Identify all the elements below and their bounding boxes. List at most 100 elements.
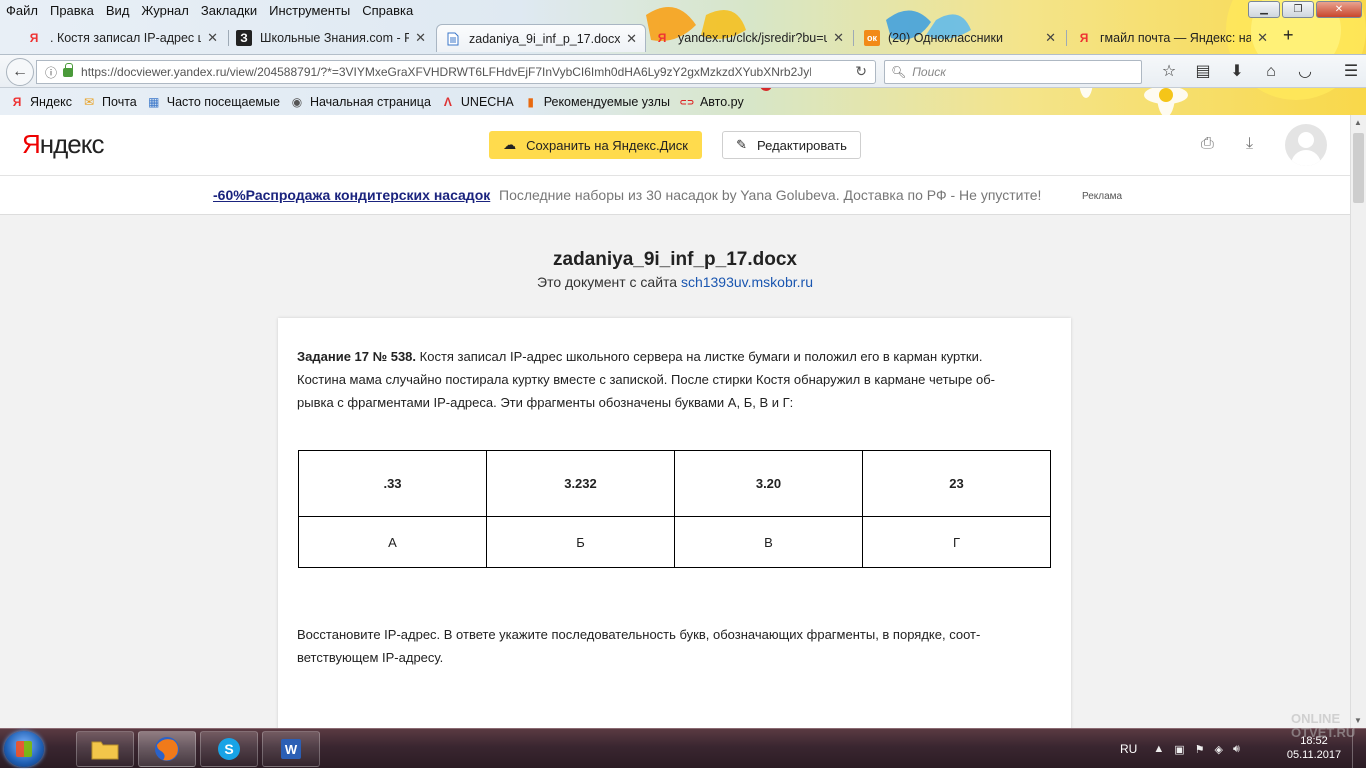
maximize-button[interactable]: ❐ bbox=[1282, 1, 1314, 18]
menu-edit[interactable]: Правка bbox=[50, 3, 94, 18]
tab-title: yandex.ru/clck/jsredir?bu=u bbox=[678, 31, 828, 45]
taskbar-word[interactable]: W bbox=[262, 731, 320, 767]
question-line: ветствующем IP-адресу. bbox=[297, 650, 444, 665]
menu-view[interactable]: Вид bbox=[106, 3, 130, 18]
scroll-thumb[interactable] bbox=[1353, 133, 1364, 203]
pencil-icon: ✎ bbox=[736, 137, 748, 152]
document-source: Это документ с сайта sch1393uv.mskobr.ru bbox=[0, 274, 1350, 290]
task-line: Костя записал IP-адрес школьного сервера… bbox=[416, 349, 983, 364]
toolbar-icons: ☆ ▤ ⬇ ⌂ ◡ ☰ bbox=[1152, 60, 1366, 84]
close-tab-icon[interactable]: ✕ bbox=[833, 30, 844, 46]
bookmark-recommended[interactable]: ▮ Рекомендуемые узлы bbox=[524, 95, 670, 109]
znaniya-favicon-icon: З bbox=[236, 30, 252, 46]
browser-chrome: Файл Правка Вид Журнал Закладки Инструме… bbox=[0, 0, 1366, 115]
unecha-icon: Λ bbox=[443, 95, 452, 109]
language-indicator[interactable]: RU bbox=[1120, 742, 1137, 756]
bookmark-auto-ru[interactable]: ⊂⊃ Авто.ру bbox=[679, 95, 743, 109]
volume-icon[interactable]: 🔊︎ bbox=[1233, 743, 1240, 756]
tab-separator bbox=[1066, 30, 1067, 46]
auto-ru-icon: ⊂⊃ bbox=[679, 96, 695, 107]
menu-history[interactable]: Журнал bbox=[141, 3, 188, 18]
source-link[interactable]: sch1393uv.mskobr.ru bbox=[681, 274, 813, 290]
network-icon[interactable]: ▣ bbox=[1174, 743, 1184, 756]
address-bar[interactable]: ⓘ https://docviewer.yandex.ru/view/20458… bbox=[36, 60, 876, 84]
print-icon[interactable]: ⎙ bbox=[1201, 135, 1214, 153]
action-center-icon[interactable]: ⚑ bbox=[1195, 743, 1205, 756]
window-controls: ▁ ❐ ✕ bbox=[1246, 1, 1362, 18]
site-info-icon[interactable]: ⓘ bbox=[45, 64, 57, 81]
tray-expand-icon[interactable]: ▲ bbox=[1153, 743, 1164, 755]
fragment-cell: 3.20 bbox=[674, 450, 863, 517]
fragments-table: .33 3.232 3.20 23 А Б В Г bbox=[298, 450, 1051, 568]
odnoklassniki-favicon-icon: ок bbox=[864, 30, 880, 46]
close-window-button[interactable]: ✕ bbox=[1316, 1, 1362, 18]
close-tab-icon[interactable]: ✕ bbox=[207, 30, 218, 46]
tab-znaniya[interactable]: З Школьные Знания.com - Ре ✕ bbox=[228, 24, 434, 52]
task-line: рывка с фрагментами IP-адреса. Эти фрагм… bbox=[297, 395, 794, 410]
download-icon[interactable]: ⤓ bbox=[1246, 135, 1253, 153]
tab-docx-active[interactable]: zadaniya_9i_inf_p_17.docx ✕ bbox=[436, 24, 646, 52]
yandex-favicon-icon: Я bbox=[29, 31, 39, 45]
avatar[interactable] bbox=[1285, 124, 1327, 166]
home-icon[interactable]: ⌂ bbox=[1254, 60, 1288, 84]
bookmark-unecha[interactable]: Λ UNECHA bbox=[441, 95, 514, 109]
clock-date: 05.11.2017 bbox=[1286, 749, 1342, 761]
taskbar-skype[interactable]: S bbox=[200, 731, 258, 767]
yandex-favicon-icon: Я bbox=[1079, 31, 1089, 45]
close-tab-icon[interactable]: ✕ bbox=[626, 31, 637, 47]
menu-bookmarks[interactable]: Закладки bbox=[201, 3, 257, 18]
minimize-button[interactable]: ▁ bbox=[1248, 1, 1280, 18]
save-to-disk-button[interactable]: ☁ Сохранить на Яндекс.Диск bbox=[489, 131, 702, 159]
menu-file[interactable]: Файл bbox=[6, 3, 38, 18]
globe-icon: ◉ bbox=[291, 95, 303, 109]
yandex-header: Яндекс ☁ Сохранить на Яндекс.Диск ✎ Реда… bbox=[0, 115, 1350, 176]
tab-gmail-search[interactable]: Я гмайл почта — Яндекс: на ✕ bbox=[1068, 24, 1276, 52]
tab-kostya[interactable]: Я . Костя записал IP-адрес шк ✕ bbox=[18, 24, 226, 52]
reading-list-icon[interactable]: ▤ bbox=[1186, 60, 1220, 84]
notification-icon[interactable]: ◈ bbox=[1215, 743, 1223, 756]
bookmark-start-page[interactable]: ◉ Начальная страница bbox=[290, 95, 431, 109]
close-tab-icon[interactable]: ✕ bbox=[1257, 30, 1268, 46]
fragment-cell: 23 bbox=[862, 450, 1051, 517]
letter-cell: Б bbox=[486, 516, 675, 568]
taskbar-explorer[interactable] bbox=[76, 731, 134, 767]
edit-button[interactable]: ✎ Редактировать bbox=[722, 131, 861, 159]
ad-label: Реклама bbox=[1082, 191, 1123, 202]
system-tray: RU ▲ ▣ ⚑ ◈ 🔊︎ bbox=[1120, 729, 1250, 769]
back-button[interactable]: ← bbox=[6, 58, 34, 86]
document-page: Задание 17 № 538. Костя записал IP-адрес… bbox=[278, 318, 1071, 728]
close-tab-icon[interactable]: ✕ bbox=[415, 30, 426, 46]
bookmark-yandex[interactable]: Я Яндекс bbox=[10, 95, 72, 109]
downloads-icon[interactable]: ⬇ bbox=[1220, 60, 1254, 84]
menu-bar: Файл Правка Вид Журнал Закладки Инструме… bbox=[0, 0, 425, 20]
tab-yandex-clck[interactable]: Я yandex.ru/clck/jsredir?bu=u ✕ bbox=[646, 24, 852, 52]
url-text[interactable]: https://docviewer.yandex.ru/view/2045887… bbox=[81, 65, 811, 79]
tab-separator bbox=[853, 30, 854, 46]
hamburger-menu-icon[interactable]: ☰ bbox=[1334, 60, 1366, 84]
scroll-up-icon[interactable]: ▲ bbox=[1354, 118, 1362, 127]
bookmark-mail[interactable]: ✉ Почта bbox=[82, 95, 137, 109]
search-input[interactable]: 🔍︎ Поиск bbox=[884, 60, 1142, 84]
vertical-scrollbar[interactable]: ▲ ▼ bbox=[1350, 115, 1366, 728]
pocket-icon[interactable]: ◡ bbox=[1288, 60, 1322, 84]
ad-text[interactable]: Последние наборы из 30 насадок by Yana G… bbox=[499, 187, 1041, 203]
reload-icon[interactable]: ↻ bbox=[855, 63, 867, 80]
taskbar-firefox[interactable] bbox=[138, 731, 196, 767]
start-button[interactable] bbox=[4, 731, 44, 767]
letters-row: А Б В Г bbox=[298, 516, 1051, 568]
ad-link[interactable]: -60%Распродажа кондитерских насадок bbox=[213, 187, 490, 203]
bookmark-most-visited[interactable]: ▦ Часто посещаемые bbox=[147, 95, 280, 109]
bookmark-star-icon[interactable]: ☆ bbox=[1152, 60, 1186, 84]
disk-icon: ☁ bbox=[503, 137, 517, 152]
yandex-logo[interactable]: Яндекс bbox=[22, 129, 104, 160]
close-tab-icon[interactable]: ✕ bbox=[1045, 30, 1056, 46]
menu-tools[interactable]: Инструменты bbox=[269, 3, 350, 18]
menu-help[interactable]: Справка bbox=[362, 3, 413, 18]
tab-odnoklassniki[interactable]: ок (20) Одноклассники ✕ bbox=[856, 24, 1064, 52]
watermark-line: ONLINE bbox=[1291, 711, 1341, 726]
bookmark-label: Почта bbox=[102, 95, 137, 109]
document-favicon-icon bbox=[445, 31, 461, 47]
new-tab-button[interactable]: + bbox=[1283, 25, 1294, 46]
bookmarks-toolbar: Я Яндекс ✉ Почта ▦ Часто посещаемые ◉ Началь… bbox=[0, 89, 754, 115]
fragment-cell: .33 bbox=[298, 450, 487, 517]
